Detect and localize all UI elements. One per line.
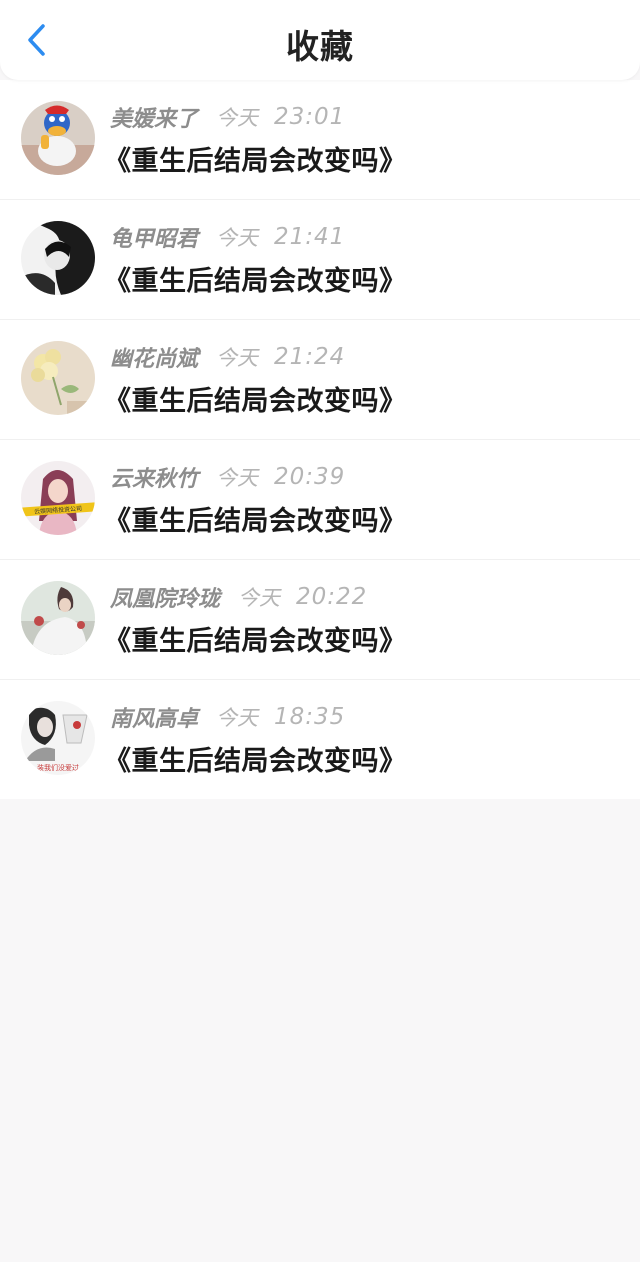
item-meta: 云来秋竹 今天 20:39 [110,462,345,492]
time-label: 23:01 [274,104,346,130]
avatar[interactable] [21,221,95,295]
avatar[interactable] [21,101,95,175]
author-name: 美媛来了 [110,107,199,132]
book-title: 《重生后结局会改变吗》 [104,146,407,177]
time-label: 21:24 [274,344,346,370]
date-label: 今天 [216,346,259,370]
item-meta: 幽花尚斌 今天 21:24 [110,342,345,372]
time-label: 18:35 [274,704,346,730]
item-meta: 美媛来了 今天 23:01 [110,102,345,132]
favorite-item[interactable]: 凤凰院玲珑 今天 20:22 《重生后结局会改变吗》 [0,560,640,680]
favorite-item[interactable]: 幽花尚斌 今天 21:24 《重生后结局会改变吗》 [0,320,640,440]
book-title: 《重生后结局会改变吗》 [104,386,407,417]
time-label: 20:22 [296,584,368,610]
page-title: 收藏 [286,27,354,66]
author-name: 幽花尚斌 [110,347,199,372]
book-title: 《重生后结局会改变吗》 [104,626,407,657]
book-title: 《重生后结局会改变吗》 [104,506,407,537]
date-label: 今天 [216,106,259,130]
date-label: 今天 [216,226,259,250]
item-meta: 龟甲昭君 今天 21:41 [110,222,345,252]
book-title: 《重生后结局会改变吗》 [104,266,407,297]
author-name: 龟甲昭君 [110,227,199,252]
favorite-item[interactable]: 装我们没爱过 南风高卓 今天 18:35 《重生后结局会改变吗》 [0,680,640,799]
header-bar: 收藏 [0,0,640,80]
avatar[interactable] [21,581,95,655]
avatar[interactable] [21,341,95,415]
avatar[interactable]: 云娱网络投资公司 [21,461,95,535]
date-label: 今天 [216,706,259,730]
author-name: 云来秋竹 [110,467,199,492]
favorite-item[interactable]: 龟甲昭君 今天 21:41 《重生后结局会改变吗》 [0,200,640,320]
date-label: 今天 [216,466,259,490]
avatar[interactable]: 装我们没爱过 [21,701,95,775]
item-meta: 南风高卓 今天 18:35 [110,702,345,732]
favorite-item[interactable]: 云娱网络投资公司 云来秋竹 今天 20:39 《重生后结局会改变吗》 [0,440,640,560]
time-label: 20:39 [274,464,346,490]
avatar-banner-text: 装我们没爱过 [37,763,79,772]
item-meta: 凤凰院玲珑 今天 20:22 [110,582,367,612]
author-name: 南风高卓 [110,707,199,732]
favorites-list: 美媛来了 今天 23:01 《重生后结局会改变吗》 龟甲昭君 今天 21:41 … [0,80,640,799]
favorite-item[interactable]: 美媛来了 今天 23:01 《重生后结局会改变吗》 [0,80,640,200]
book-title: 《重生后结局会改变吗》 [104,746,407,777]
date-label: 今天 [238,586,281,610]
author-name: 凤凰院玲珑 [110,587,221,612]
time-label: 21:41 [274,224,346,250]
